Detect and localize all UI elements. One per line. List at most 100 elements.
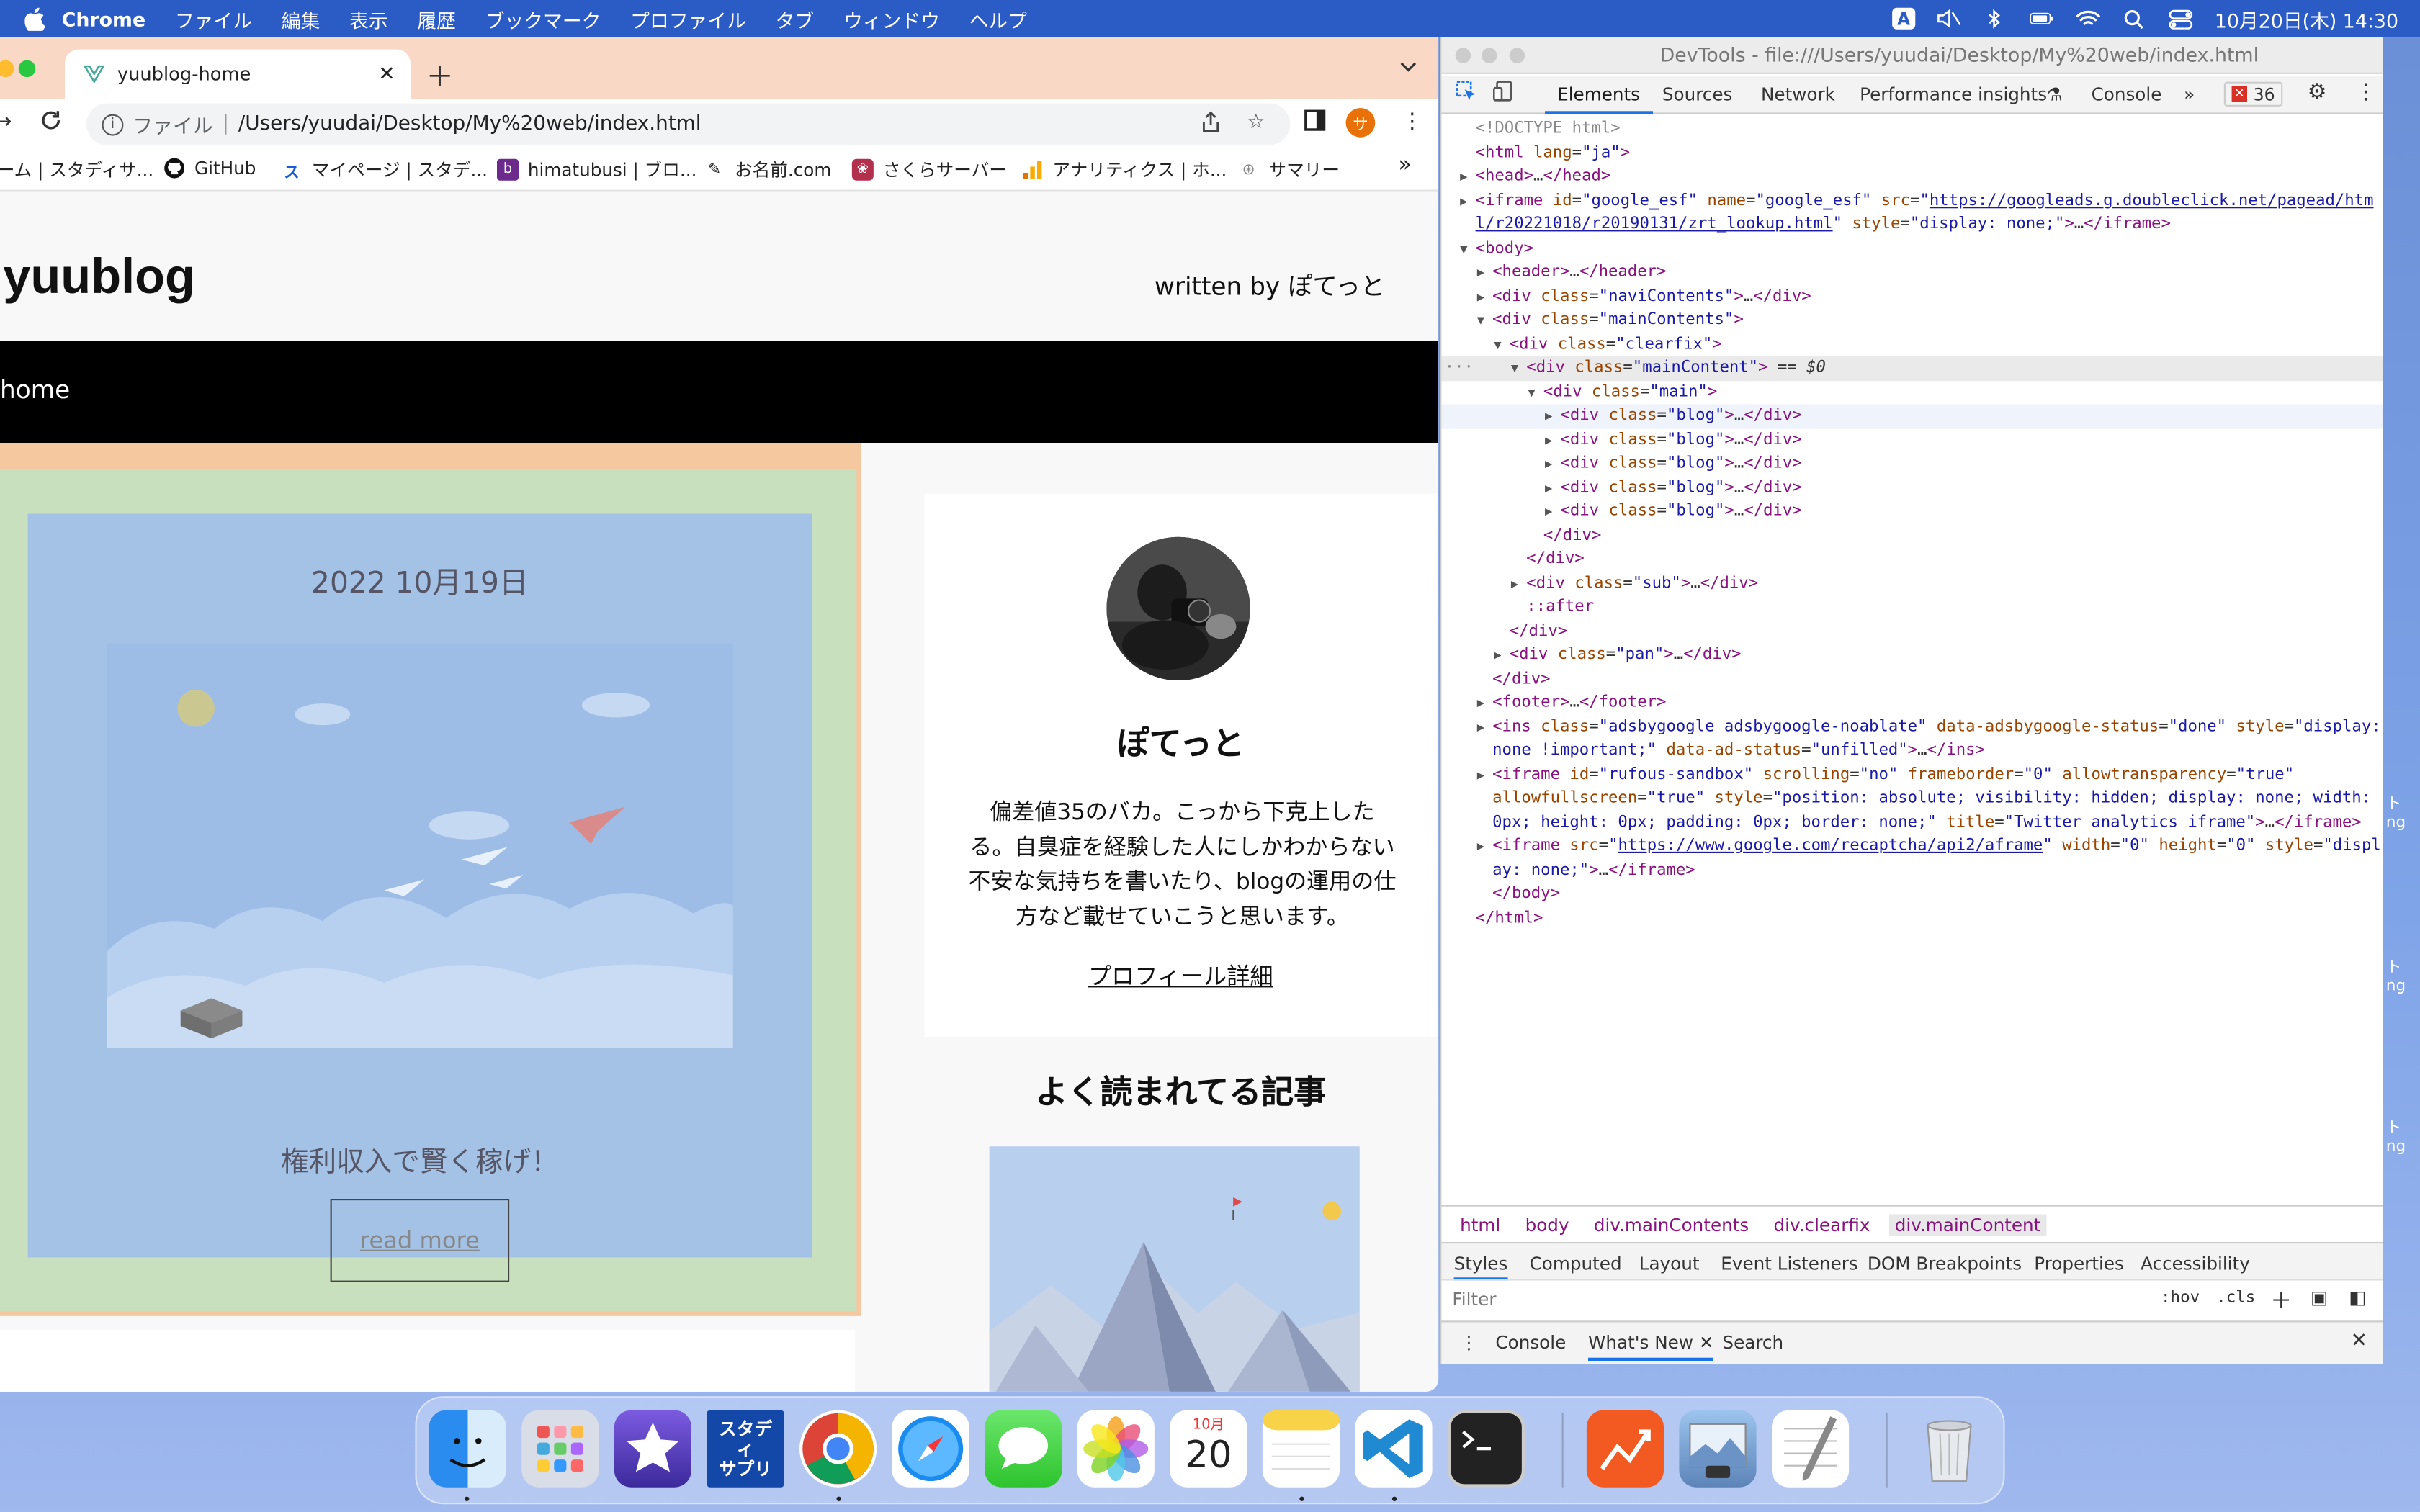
dom-node-line[interactable]: ▶ <div class="sub">…</div>: [1441, 572, 2383, 595]
toggle-sidebar-icon[interactable]: ◧: [2349, 1287, 2366, 1308]
tab-network[interactable]: Network: [1761, 84, 1835, 105]
expand-triangle-icon[interactable]: ▶: [1545, 500, 1560, 523]
device-toolbar-icon[interactable]: [1492, 80, 1514, 106]
bookmark-5[interactable]: ❀ さくらサーバー: [851, 158, 1007, 182]
dom-node-line[interactable]: </div>: [1441, 524, 2383, 548]
terminal-icon[interactable]: [1447, 1410, 1525, 1488]
popular-article-thumbnail[interactable]: [989, 1146, 1360, 1392]
tab-console[interactable]: Console: [2092, 84, 2162, 105]
dom-node-line[interactable]: ▶ <div class="blog">…</div>: [1441, 404, 2383, 428]
profile-detail-link[interactable]: プロフィール詳細: [925, 960, 1437, 992]
drawer-tab-search[interactable]: Search: [1722, 1331, 1783, 1353]
menu-file[interactable]: ファイル: [175, 4, 252, 33]
profile-avatar[interactable]: サ: [1345, 108, 1376, 138]
dom-node-line[interactable]: <!DOCTYPE html>: [1441, 117, 2383, 141]
side-panel-icon[interactable]: [1304, 109, 1326, 138]
photos-icon[interactable]: [1077, 1410, 1155, 1488]
read-more-button[interactable]: read more: [330, 1199, 510, 1282]
expand-triangle-icon[interactable]: ▼: [1511, 356, 1526, 380]
bookmark-3[interactable]: b himatubusi | ブロ...: [497, 158, 696, 182]
menu-history[interactable]: 履歴: [417, 4, 456, 33]
elements-tree[interactable]: <!DOCTYPE html> <html lang="ja"> ▶ <head>…<…: [1441, 117, 2383, 1204]
expand-triangle-icon[interactable]: ▶: [1545, 476, 1560, 500]
messages-icon[interactable]: [985, 1410, 1062, 1488]
dom-node-line[interactable]: </div>: [1441, 667, 2383, 691]
tab-search-chevron-icon[interactable]: [1400, 55, 1417, 77]
bookmark-1[interactable]: GitHub: [163, 158, 256, 179]
dom-node-line[interactable]: ▶ <ins class="adsbygoogle adsbygoogle-noa…: [1441, 715, 2383, 739]
expand-triangle-icon[interactable]: ▶: [1494, 644, 1509, 667]
dom-node-line[interactable]: ▶ <div class="blog">…</div>: [1441, 476, 2383, 500]
dom-node-line[interactable]: ▶ <div class="pan">…</div>: [1441, 644, 2383, 667]
dom-node-line[interactable]: </div>: [1441, 619, 2383, 643]
breadcrumb-item[interactable]: html: [1454, 1213, 1507, 1235]
drawer-tab-whats-new[interactable]: What's New ✕: [1588, 1331, 1714, 1361]
address-bar[interactable]: i ファイル | /Users/yuudai/Desktop/My%20web/…: [86, 103, 1291, 145]
styles-filter-input[interactable]: Filter: [1452, 1288, 1496, 1310]
dom-node-line[interactable]: ▶ <div class="blog">…</div>: [1441, 428, 2383, 452]
menu-tab[interactable]: タブ: [776, 4, 815, 33]
menu-window[interactable]: ウィンドウ: [843, 4, 940, 33]
drawer-menu-icon[interactable]: ⋮: [1460, 1331, 1478, 1353]
dom-node-line[interactable]: ▼ <body>: [1441, 237, 2383, 261]
expand-triangle-icon[interactable]: ▶: [1511, 572, 1526, 595]
devtools-zoom-button[interactable]: [1509, 48, 1525, 63]
tab-accessibility[interactable]: Accessibility: [2141, 1253, 2250, 1274]
expand-triangle-icon[interactable]: ▶: [1545, 404, 1560, 428]
dom-node-line[interactable]: ▼ <div class="mainContents">: [1441, 309, 2383, 333]
share-icon[interactable]: [1201, 111, 1221, 139]
preview-icon[interactable]: [1679, 1410, 1757, 1488]
dom-node-line[interactable]: </div>: [1441, 548, 2383, 572]
imovie-icon[interactable]: [614, 1410, 691, 1488]
breadcrumb-item[interactable]: body: [1519, 1213, 1575, 1235]
tab-yuublog-home[interactable]: yuublog-home ✕: [65, 49, 411, 99]
dom-node-line[interactable]: ▼ <div class="main">: [1441, 380, 2383, 404]
dom-node-line[interactable]: ▶ <div class="blog">…</div>: [1441, 452, 2383, 476]
drawer-tab-console[interactable]: Console: [1495, 1331, 1566, 1353]
drawer-tab-close-icon[interactable]: ✕: [1699, 1331, 1714, 1353]
breadcrumb-item[interactable]: div.mainContents: [1587, 1213, 1755, 1235]
studysapuri-icon[interactable]: スタディ サプリ: [707, 1410, 784, 1488]
dom-node-line[interactable]: </html>: [1441, 906, 2383, 930]
expand-triangle-icon[interactable]: ▶: [1460, 165, 1475, 189]
dom-node-line[interactable]: </body>: [1441, 883, 2383, 906]
spotlight-icon[interactable]: [2122, 8, 2146, 30]
expand-triangle-icon[interactable]: ▼: [1460, 237, 1475, 261]
sourcetree-icon[interactable]: [1586, 1410, 1664, 1488]
expand-triangle-icon[interactable]: ▶: [1477, 691, 1492, 715]
bookmark-7[interactable]: ⊛ サマリー: [1238, 158, 1340, 182]
post-thumbnail[interactable]: [106, 643, 733, 1048]
devtools-close-button[interactable]: [1455, 48, 1471, 63]
bookmark-0[interactable]: ーム | スタディサ...: [0, 158, 153, 182]
tab-close-icon[interactable]: ✕: [378, 63, 395, 86]
vscode-icon[interactable]: [1355, 1410, 1433, 1488]
error-count-badge[interactable]: ✕ 36: [2223, 81, 2283, 107]
mute-icon[interactable]: [1937, 8, 1961, 30]
site-logo[interactable]: yuublog: [3, 248, 195, 305]
dom-node-line[interactable]: 0px; height: 0px; padding: 0px; border: …: [1441, 811, 2383, 834]
menu-profiles[interactable]: プロファイル: [630, 4, 746, 33]
notes-icon[interactable]: [1262, 1410, 1340, 1488]
menu-clock[interactable]: 10月20日(木) 14:30: [2215, 4, 2398, 33]
expand-triangle-icon[interactable]: ▶: [1477, 834, 1492, 858]
expand-triangle-icon[interactable]: ▼: [1494, 333, 1509, 356]
wifi-icon[interactable]: [2076, 8, 2100, 30]
expand-triangle-icon[interactable]: ▶: [1477, 715, 1492, 739]
chrome-icon[interactable]: [799, 1410, 877, 1488]
tab-sources[interactable]: Sources: [1662, 84, 1733, 105]
dom-node-line[interactable]: ··· ▼ <div class="mainContent"> == $0: [1441, 356, 2383, 381]
computed-styles-icon[interactable]: ▣: [2311, 1287, 2328, 1308]
control-center-icon[interactable]: [2169, 8, 2193, 30]
dom-node-line[interactable]: ▶ <iframe src="https://www.google.com/rec…: [1441, 834, 2383, 858]
dom-node-line[interactable]: ay: none;">…</iframe>: [1441, 859, 2383, 883]
tab-dom-breakpoints[interactable]: DOM Breakpoints: [1868, 1253, 2022, 1274]
bookmark-2[interactable]: スマイページ | スタデ...: [281, 158, 488, 182]
settings-gear-icon[interactable]: ⚙: [2308, 80, 2327, 104]
expand-triangle-icon[interactable]: ▶: [1545, 428, 1560, 452]
menu-help[interactable]: ヘルプ: [969, 4, 1027, 33]
reload-icon[interactable]: [40, 109, 62, 138]
menu-bookmarks[interactable]: ブックマーク: [485, 4, 601, 33]
more-tabs-button[interactable]: »: [2184, 84, 2195, 105]
dom-node-line[interactable]: ▼ <div class="clearfix">: [1441, 333, 2383, 356]
nav-home-link[interactable]: home: [0, 375, 70, 405]
